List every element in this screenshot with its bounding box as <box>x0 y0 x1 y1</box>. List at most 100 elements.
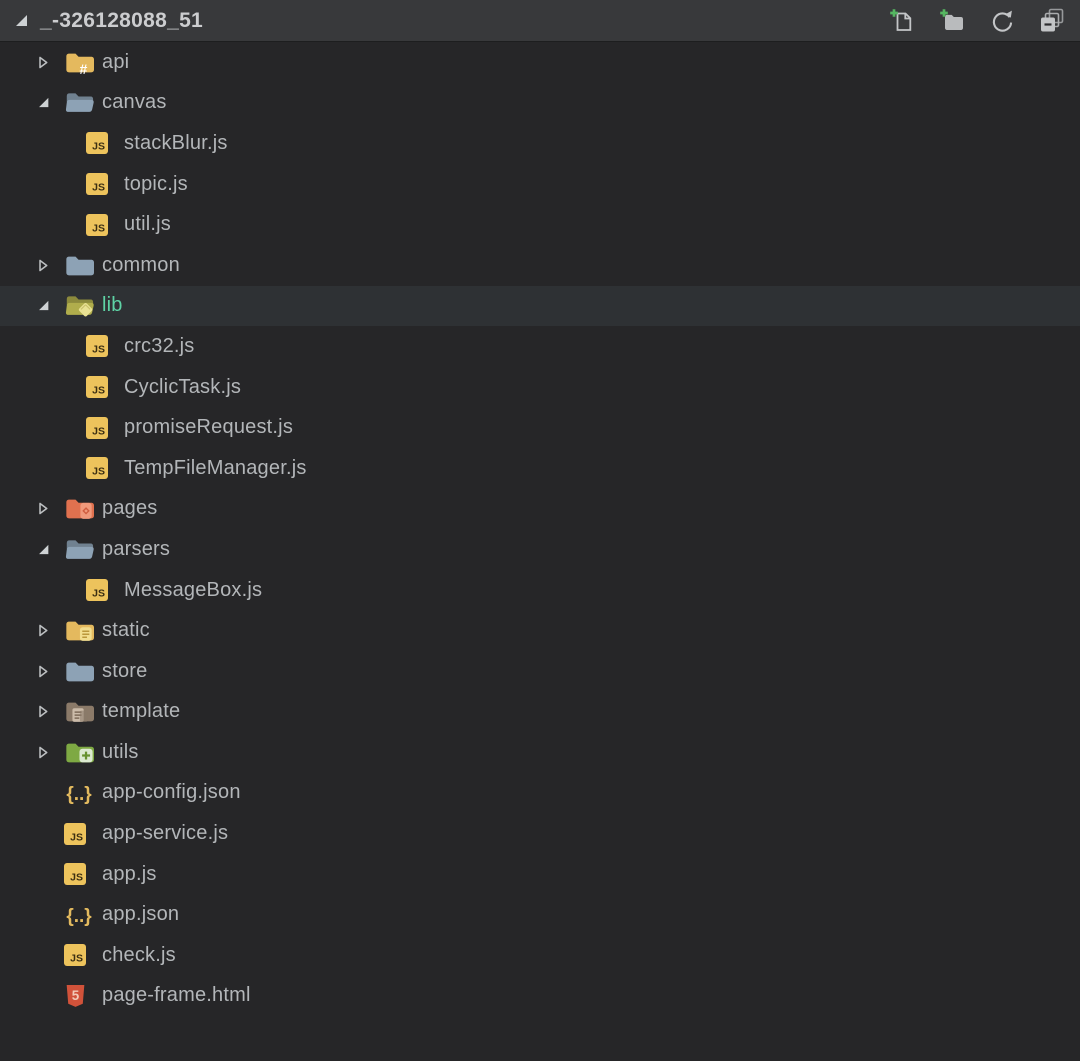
tree-item-canvas[interactable]: canvas <box>0 83 1080 124</box>
svg-text:{..}: {..} <box>66 784 92 805</box>
tree-item-label: lib <box>102 294 123 317</box>
project-disclosure-expanded-icon[interactable] <box>14 13 31 28</box>
tree-item-label: app-service.js <box>102 822 228 845</box>
svg-text:{..}: {..} <box>66 906 92 927</box>
js-file-icon: JS <box>86 173 116 195</box>
collapsed-arrow-icon[interactable] <box>30 704 56 719</box>
svg-text:JS: JS <box>92 182 105 194</box>
tree-item-label: pages <box>102 497 158 520</box>
expanded-arrow-icon[interactable] <box>30 96 56 109</box>
closed-folder-icon <box>64 253 94 278</box>
tree-item-app-json[interactable]: {..} app.json <box>0 894 1080 935</box>
tree-item-label: promiseRequest.js <box>124 416 293 439</box>
svg-text:JS: JS <box>92 222 105 234</box>
refresh-button[interactable] <box>988 7 1016 35</box>
html-file-icon: 5 <box>64 983 94 1009</box>
js-file-icon: JS <box>86 417 116 439</box>
utils-folder-icon <box>64 740 94 765</box>
expanded-arrow-icon[interactable] <box>30 543 56 556</box>
tree-item-static[interactable]: static <box>0 610 1080 651</box>
js-file-icon: JS <box>64 944 94 966</box>
new-folder-button[interactable] <box>938 7 966 35</box>
static-folder-icon <box>64 618 94 643</box>
tree-item-app-config-json[interactable]: {..} app-config.json <box>0 773 1080 814</box>
tree-item-label: util.js <box>124 213 171 236</box>
js-file-icon: JS <box>86 457 116 479</box>
tree-item-parsers[interactable]: parsers <box>0 529 1080 570</box>
file-explorer-panel: _-326128088_51 #apicanvasJSstackBlur.jsJ… <box>0 0 1080 1061</box>
tree-item-label: page-frame.html <box>102 984 251 1007</box>
json-file-icon: {..} <box>64 780 94 806</box>
tree-item-app-service-js[interactable]: JS app-service.js <box>0 813 1080 854</box>
tree-item-label: utils <box>102 741 139 764</box>
collapsed-arrow-icon[interactable] <box>30 258 56 273</box>
tree-item-lib[interactable]: lib <box>0 286 1080 327</box>
collapsed-arrow-icon[interactable] <box>30 745 56 760</box>
collapsed-arrow-icon[interactable] <box>30 55 56 70</box>
svg-text:5: 5 <box>72 988 80 1003</box>
tree-item-label: template <box>102 700 180 723</box>
svg-text:JS: JS <box>92 466 105 478</box>
tree-item-label: topic.js <box>124 173 188 196</box>
tree-item-stackblur-js[interactable]: JSstackBlur.js <box>0 123 1080 164</box>
collapse-all-icon <box>1039 8 1065 34</box>
collapsed-arrow-icon[interactable] <box>30 664 56 679</box>
collapsed-arrow-icon[interactable] <box>30 623 56 638</box>
collapsed-arrow-icon[interactable] <box>30 501 56 516</box>
expanded-arrow-icon[interactable] <box>30 299 56 312</box>
project-title: _-326128088_51 <box>40 9 203 33</box>
js-file-icon: JS <box>86 335 116 357</box>
open-folder-icon <box>64 90 94 115</box>
tree-item-label: app.js <box>102 863 157 886</box>
tree-item-page-frame-html[interactable]: 5 page-frame.html <box>0 976 1080 1017</box>
new-file-button[interactable] <box>888 7 916 35</box>
tree-item-label: common <box>102 254 180 277</box>
tree-item-label: TempFileManager.js <box>124 457 307 480</box>
refresh-icon <box>989 8 1015 34</box>
svg-text:JS: JS <box>92 344 105 356</box>
svg-text:#: # <box>79 61 87 75</box>
tree-item-store[interactable]: store <box>0 651 1080 692</box>
collapse-all-button[interactable] <box>1038 7 1066 35</box>
js-file-icon: JS <box>86 579 116 601</box>
tree-item-label: app.json <box>102 903 179 926</box>
tree-item-label: app-config.json <box>102 781 241 804</box>
tree-item-pages[interactable]: pages <box>0 489 1080 530</box>
json-file-icon: {..} <box>64 902 94 928</box>
tree-item-promiserequest-js[interactable]: JS promiseRequest.js <box>0 407 1080 448</box>
tree-item-label: store <box>102 660 147 683</box>
tree-item-common[interactable]: common <box>0 245 1080 286</box>
tree-item-app-js[interactable]: JS app.js <box>0 854 1080 895</box>
tree-item-util-js[interactable]: JS util.js <box>0 204 1080 245</box>
header-toolbar <box>866 7 1066 35</box>
open-folder-icon <box>64 537 94 562</box>
pages-folder-icon <box>64 496 94 521</box>
template-folder-icon <box>64 699 94 724</box>
tree-item-topic-js[interactable]: JS topic.js <box>0 164 1080 205</box>
js-file-icon: JS <box>86 214 116 236</box>
api-folder-icon: # <box>64 50 94 75</box>
tree-item-label: api <box>102 51 129 74</box>
file-tree: #apicanvasJSstackBlur.jsJStopic.jsJSutil… <box>0 42 1080 1016</box>
svg-text:JS: JS <box>70 953 83 965</box>
svg-text:JS: JS <box>92 141 105 153</box>
tree-item-label: static <box>102 619 150 642</box>
new-folder-icon <box>939 8 965 34</box>
tree-item-template[interactable]: template <box>0 692 1080 733</box>
tree-item-utils[interactable]: utils <box>0 732 1080 773</box>
tree-item-api[interactable]: # api <box>0 42 1080 83</box>
js-file-icon: JS <box>86 376 116 398</box>
svg-text:JS: JS <box>70 872 83 884</box>
tree-item-label: parsers <box>102 538 170 561</box>
svg-text:JS: JS <box>70 831 83 843</box>
lib-folder-icon <box>64 293 94 318</box>
js-file-icon: JS <box>64 863 94 885</box>
svg-text:JS: JS <box>92 385 105 397</box>
tree-item-crc32-js[interactable]: JScrc32.js <box>0 326 1080 367</box>
tree-item-cyclictask-js[interactable]: JSCyclicTask.js <box>0 367 1080 408</box>
tree-item-check-js[interactable]: JScheck.js <box>0 935 1080 976</box>
tree-item-label: MessageBox.js <box>124 579 262 602</box>
tree-item-tempfilemanager-js[interactable]: JS TempFileManager.js <box>0 448 1080 489</box>
tree-item-messagebox-js[interactable]: JS MessageBox.js <box>0 570 1080 611</box>
svg-text:JS: JS <box>92 425 105 437</box>
